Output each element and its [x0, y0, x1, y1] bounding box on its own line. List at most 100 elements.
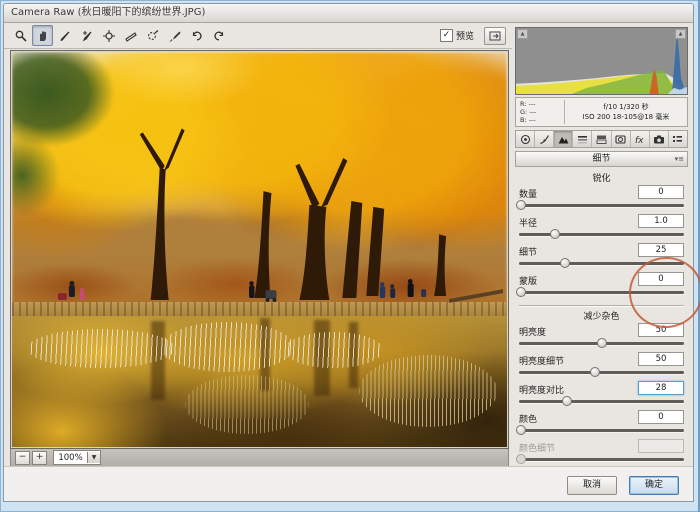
preview-checkbox[interactable]: ✓ — [439, 29, 453, 42]
rotate-ccw-icon — [192, 31, 202, 40]
slider-masking: 蒙版 0 — [515, 272, 684, 301]
toggle-fullscreen-button[interactable] — [484, 26, 506, 45]
tab-split-toning[interactable] — [592, 131, 612, 147]
histogram-plot — [516, 32, 687, 94]
magnifier-icon — [15, 30, 27, 42]
luminance-detail-slider-thumb[interactable] — [589, 367, 600, 377]
straighten-tool-button[interactable] — [120, 25, 141, 46]
panel-menu-icon[interactable]: ▾≡ — [675, 152, 684, 166]
tools-toolbar: ✓ 预览 — [4, 23, 512, 49]
color-slider-thumb[interactable] — [515, 425, 526, 435]
photo-autumn-trees — [12, 52, 507, 447]
amount-slider-track[interactable] — [515, 200, 684, 210]
window-title: Camera Raw (秋日暖阳下的缤纷世界.JPG) — [11, 7, 206, 18]
detail-slider-track[interactable] — [519, 258, 684, 268]
image-preview[interactable] — [10, 50, 509, 449]
cancel-button[interactable]: 取消 — [567, 476, 617, 495]
straighten-icon — [124, 31, 137, 42]
color-slider-track[interactable] — [515, 425, 684, 435]
histogram: ▲ ▲ — [515, 27, 688, 95]
amount-value-field[interactable]: 0 — [638, 185, 684, 199]
split-toning-icon — [596, 135, 607, 144]
panel-title: 细节 — [592, 154, 611, 164]
tab-tone-curve[interactable] — [535, 131, 555, 147]
svg-text:fx: fx — [635, 136, 644, 145]
fx-icon: fx — [635, 136, 644, 145]
hsl-icon — [577, 135, 587, 144]
panel-header: 细节 ▾≡ — [515, 151, 688, 167]
adjustment-brush-tool-button[interactable] — [164, 25, 185, 46]
highlight-clipping-indicator[interactable]: ▲ — [675, 29, 686, 39]
photo-detail-overlay — [57, 128, 504, 303]
tab-basic[interactable] — [516, 131, 536, 147]
checkmark-icon: ✓ — [442, 30, 451, 40]
rotate-cw-icon — [213, 31, 223, 40]
chevron-down-icon: ▼ — [87, 452, 100, 463]
color-detail-value-field — [638, 439, 684, 453]
spot-removal-tool-button[interactable] — [142, 25, 163, 46]
luminance-slider-thumb[interactable] — [596, 338, 607, 348]
tab-effects[interactable]: fx — [631, 131, 650, 147]
tab-presets[interactable] — [669, 131, 687, 147]
masking-value-field[interactable]: 0 — [638, 272, 684, 286]
zoom-level-select[interactable]: 100% ▼ — [53, 450, 101, 465]
slider-luminance: 明亮度 50 — [519, 323, 684, 352]
camera-settings: f/10 1/320 秒 ISO 200 18-105@18 毫米 — [565, 102, 687, 122]
masking-slider-track[interactable] — [515, 287, 684, 297]
tab-lens-corrections[interactable] — [612, 131, 631, 147]
radius-slider-track[interactable] — [519, 229, 684, 239]
preview-checkbox-label: 预览 — [455, 32, 474, 42]
tree-trunks — [139, 128, 504, 303]
detail-icon — [558, 136, 569, 143]
presets-icon — [673, 135, 683, 142]
color-detail-slider-thumb — [515, 454, 526, 464]
rotate-right-tool-button[interactable] — [208, 25, 229, 46]
zoom-out-button[interactable]: − — [15, 450, 30, 465]
dialog-footer: 取消 确定 — [4, 466, 693, 501]
slider-luminance-detail: 明亮度细节 50 — [519, 352, 684, 381]
luminance-detail-value-field[interactable]: 50 — [638, 352, 684, 366]
tab-hsl-grayscale[interactable] — [573, 131, 593, 147]
zoom-controls: − + 100% ▼ — [10, 449, 509, 467]
zoom-in-button[interactable]: + — [32, 450, 47, 465]
luminance-value-field[interactable]: 50 — [638, 323, 684, 337]
lens-icon — [615, 134, 626, 144]
exif-info: R: --- G: --- B: --- f/10 1/320 秒 ISO 20… — [515, 97, 688, 127]
section-title-noise-reduction: 减少杂色 — [583, 312, 620, 322]
luminance-contrast-value-field[interactable]: 28 — [638, 381, 684, 395]
slider-color-detail: 颜色细节 — [515, 439, 684, 468]
luminance-contrast-slider-thumb[interactable] — [561, 396, 572, 406]
rotate-left-tool-button[interactable] — [186, 25, 207, 46]
shadow-clipping-indicator[interactable]: ▲ — [517, 29, 528, 39]
radius-value-field[interactable]: 1.0 — [638, 214, 684, 228]
slider-luminance-contrast: 明亮度对比 28 — [519, 381, 684, 410]
white-balance-tool-button[interactable] — [54, 25, 75, 46]
zoom-level-value: 100% — [58, 452, 83, 463]
targeted-adjustment-tool-button[interactable] — [98, 25, 119, 46]
fullscreen-icon — [489, 31, 501, 40]
luminance-contrast-slider-track[interactable] — [519, 396, 684, 406]
camera-icon — [653, 135, 664, 143]
brush-icon — [169, 31, 180, 42]
zoom-tool-button[interactable] — [10, 25, 31, 46]
section-divider — [519, 305, 684, 306]
tab-detail[interactable] — [554, 131, 574, 147]
tab-camera-calibration[interactable] — [650, 131, 669, 147]
hand-icon — [39, 30, 46, 41]
detail-slider-thumb[interactable] — [560, 258, 571, 268]
aperture-shutter: f/10 1/320 秒 — [603, 103, 649, 111]
detail-value-field[interactable]: 25 — [638, 243, 684, 257]
ok-button[interactable]: 确定 — [629, 476, 679, 495]
color-value-field[interactable]: 0 — [638, 410, 684, 424]
luminance-slider-track[interactable] — [519, 338, 684, 348]
hand-tool-button[interactable] — [32, 25, 53, 46]
color-detail-slider-track — [515, 454, 684, 464]
amount-slider-thumb[interactable] — [515, 200, 526, 210]
color-sampler-tool-button[interactable] — [76, 25, 97, 46]
slider-color: 颜色 0 — [515, 410, 684, 439]
masking-slider-thumb[interactable] — [515, 287, 526, 297]
luminance-detail-slider-track[interactable] — [519, 367, 684, 377]
camera-raw-dialog: Camera Raw (秋日暖阳下的缤纷世界.JPG) ✓ 预览 − + 100… — [3, 3, 694, 502]
screenshot: Camera Raw (秋日暖阳下的缤纷世界.JPG) ✓ 预览 − + 100… — [0, 0, 700, 512]
radius-slider-thumb[interactable] — [550, 229, 561, 239]
